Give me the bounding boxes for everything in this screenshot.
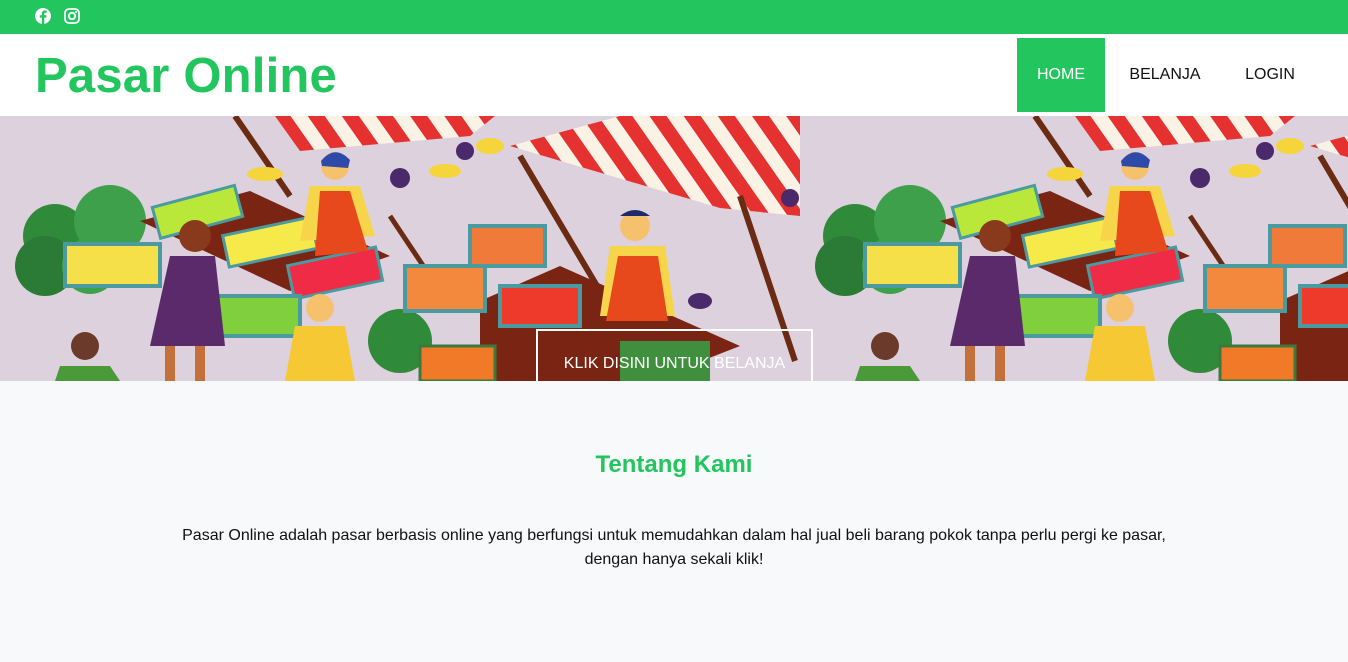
hero-banner: KLIK DISINI UNTUK BELANJA (0, 116, 1348, 381)
nav-login[interactable]: LOGIN (1226, 38, 1314, 112)
shop-now-button[interactable]: KLIK DISINI UNTUK BELANJA (536, 329, 813, 381)
facebook-icon[interactable] (34, 7, 52, 25)
brand-logo[interactable]: Pasar Online (35, 48, 337, 104)
instagram-icon[interactable] (63, 7, 81, 25)
about-description: Pasar Online adalah pasar berbasis onlin… (182, 527, 1166, 568)
top-bar (0, 0, 1348, 34)
nav-belanja[interactable]: BELANJA (1112, 38, 1218, 112)
about-title: Tentang Kami (595, 451, 753, 478)
about-section: Tentang Kami Pasar Online adalah pasar b… (0, 381, 1348, 662)
nav-home[interactable]: HOME (1017, 38, 1105, 112)
main-navbar: Pasar Online HOME BELANJA LOGIN (0, 34, 1348, 116)
